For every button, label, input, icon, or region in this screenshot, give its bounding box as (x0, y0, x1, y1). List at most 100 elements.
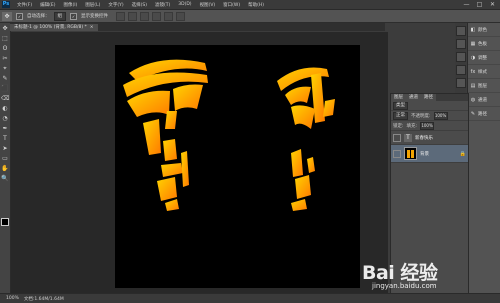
menu-layer[interactable]: 图层(L) (81, 2, 104, 8)
visibility-toggle-icon[interactable] (393, 149, 401, 158)
panel-adjustments-label: 调整 (478, 55, 487, 61)
path-select-tool-icon[interactable]: ➤ (1, 145, 9, 153)
character-panel-icon[interactable] (455, 52, 466, 62)
align-hcenter-icon[interactable] (164, 11, 173, 21)
auto-select-checkbox[interactable]: ✓ (16, 12, 23, 20)
window-controls: — □ ✕ (462, 1, 500, 8)
watermark-url: jingyan.baidu.com (372, 282, 437, 290)
opacity-input[interactable]: 100% (433, 111, 448, 120)
menu-bar: Ps 文件(F) 编辑(E) 图像(I) 图层(L) 文字(Y) 选择(S) 滤… (0, 0, 500, 10)
auto-select-label: 自动选择： (27, 14, 50, 19)
gradient-tool-icon[interactable]: ◐ (1, 105, 9, 113)
panel-color[interactable]: ◧ 颜色 (468, 23, 500, 37)
panel-swatches[interactable]: ▦ 色板 (468, 37, 500, 51)
text-layer-icon: T (404, 133, 412, 142)
show-transform-checkbox[interactable]: ✓ (70, 12, 77, 20)
styles-panel-icon: fx (470, 68, 476, 75)
layer-filter-row: 类型 (391, 101, 468, 111)
tools-panel: ✥ ⬚ ʘ ✂ ⌖ ✎ ⬛ ⌫ ◐ ◔ ✒ T ➤ ▭ ✋ 🔍 (0, 23, 11, 293)
document-tab-title: 未标题-1 @ 100% (背景, RGB/8) * (14, 25, 87, 30)
brush-panel-icon[interactable] (455, 78, 466, 88)
brush-tool-icon[interactable]: ✎ (1, 75, 9, 83)
paths-panel-icon: ✎ (470, 110, 476, 117)
menu-image[interactable]: 图像(I) (59, 2, 81, 8)
color-panel-icon: ◧ (470, 26, 476, 33)
panel-layers-label: 图层 (478, 83, 487, 89)
shape-tool-icon[interactable]: ▭ (1, 155, 9, 163)
tab-paths[interactable]: 路径 (421, 94, 436, 101)
align-top-icon[interactable] (116, 11, 125, 21)
foreground-color-swatch[interactable] (1, 218, 9, 226)
menu-3d[interactable]: 3D(D) (174, 2, 195, 7)
blend-mode-dropdown[interactable]: 正常 (393, 111, 408, 120)
menu-file[interactable]: 文件(F) (13, 2, 36, 8)
auto-select-dropdown[interactable]: 组 (53, 11, 66, 21)
align-left-icon[interactable] (152, 11, 161, 21)
paragraph-panel-icon[interactable] (455, 65, 466, 75)
move-tool-preset-icon[interactable]: ✥ (2, 11, 12, 21)
blend-row: 正常 不透明度: 100% (391, 111, 468, 121)
menu-select[interactable]: 选择(S) (128, 2, 151, 8)
zoom-level[interactable]: 100% (6, 296, 19, 301)
document-tab[interactable]: 未标题-1 @ 100% (背景, RGB/8) * × (10, 24, 98, 31)
properties-panel-icon[interactable] (455, 39, 466, 49)
menu-help[interactable]: 帮助(H) (244, 2, 268, 8)
minimize-button[interactable]: — (462, 1, 471, 8)
fill-label: 填充: (406, 123, 418, 129)
adjustments-panel-icon: ◑ (470, 54, 476, 61)
zoom-tool-icon[interactable]: 🔍 (1, 175, 9, 183)
align-buttons (116, 11, 185, 21)
menu-edit[interactable]: 编辑(E) (36, 2, 59, 8)
menu-window[interactable]: 窗口(W) (219, 2, 244, 8)
history-panel-icon[interactable] (455, 26, 466, 36)
visibility-toggle-icon[interactable] (393, 133, 401, 142)
eyedropper-tool-icon[interactable]: ⌖ (1, 65, 9, 73)
fill-input[interactable]: 100% (420, 121, 435, 130)
layer-filter-dropdown[interactable]: 类型 (393, 101, 408, 110)
maximize-button[interactable]: □ (475, 1, 484, 8)
close-document-icon[interactable]: × (90, 24, 94, 31)
layer-row-text[interactable]: T 新春快乐 (391, 131, 468, 145)
dodge-tool-icon[interactable]: ◔ (1, 115, 9, 123)
type-tool-icon[interactable]: T (1, 135, 9, 143)
right-panel-dock: ◧ 颜色 ▦ 色板 ◑ 调整 fx 样式 ▤ 图层 ◍ 通道 ✎ 路径 (467, 23, 500, 293)
panel-channels[interactable]: ◍ 通道 (468, 93, 500, 107)
move-tool-icon[interactable]: ✥ (1, 25, 9, 33)
hand-tool-icon[interactable]: ✋ (1, 165, 9, 173)
layer-name: 新春快乐 (415, 135, 433, 141)
align-vcenter-icon[interactable] (128, 11, 137, 21)
warped-glyph-chun (157, 139, 189, 211)
tab-channels[interactable]: 通道 (406, 94, 421, 101)
menu-view[interactable]: 视图(V) (196, 2, 220, 8)
close-window-button[interactable]: ✕ (488, 1, 497, 8)
menu-filter[interactable]: 滤镜(T) (151, 2, 174, 8)
panel-layers[interactable]: ▤ 图层 (468, 79, 500, 93)
channels-panel-icon: ◍ (470, 96, 476, 103)
panel-styles[interactable]: fx 样式 (468, 65, 500, 79)
warped-text-artwork (123, 59, 335, 211)
stamp-tool-icon[interactable]: ⬛ (1, 85, 9, 93)
panel-paths-label: 路径 (478, 111, 487, 117)
layer-thumbnail (404, 147, 417, 160)
panel-paths[interactable]: ✎ 路径 (468, 107, 500, 121)
layer-row-background[interactable]: 背景 🔒 (391, 145, 468, 163)
panel-adjustments[interactable]: ◑ 调整 (468, 51, 500, 65)
panel-swatches-label: 色板 (478, 41, 487, 47)
document-canvas[interactable] (115, 45, 360, 288)
tab-layers[interactable]: 图层 (391, 94, 406, 101)
lasso-tool-icon[interactable]: ʘ (1, 45, 9, 53)
watermark-brand: Bai 经验 (362, 262, 438, 284)
pen-tool-icon[interactable]: ✒ (1, 125, 9, 133)
panel-styles-label: 样式 (478, 69, 487, 75)
align-bottom-icon[interactable] (140, 11, 149, 21)
align-right-icon[interactable] (176, 11, 185, 21)
crop-tool-icon[interactable]: ✂ (1, 55, 9, 63)
eraser-tool-icon[interactable]: ⌫ (1, 95, 9, 103)
panel-color-label: 颜色 (478, 27, 487, 33)
warped-glyph-kuai (277, 67, 335, 129)
color-swatches[interactable] (1, 218, 12, 229)
marquee-tool-icon[interactable]: ⬚ (1, 35, 9, 43)
panel-channels-label: 通道 (478, 97, 487, 103)
lock-label: 锁定: (393, 123, 404, 129)
menu-type[interactable]: 文字(Y) (104, 2, 127, 8)
